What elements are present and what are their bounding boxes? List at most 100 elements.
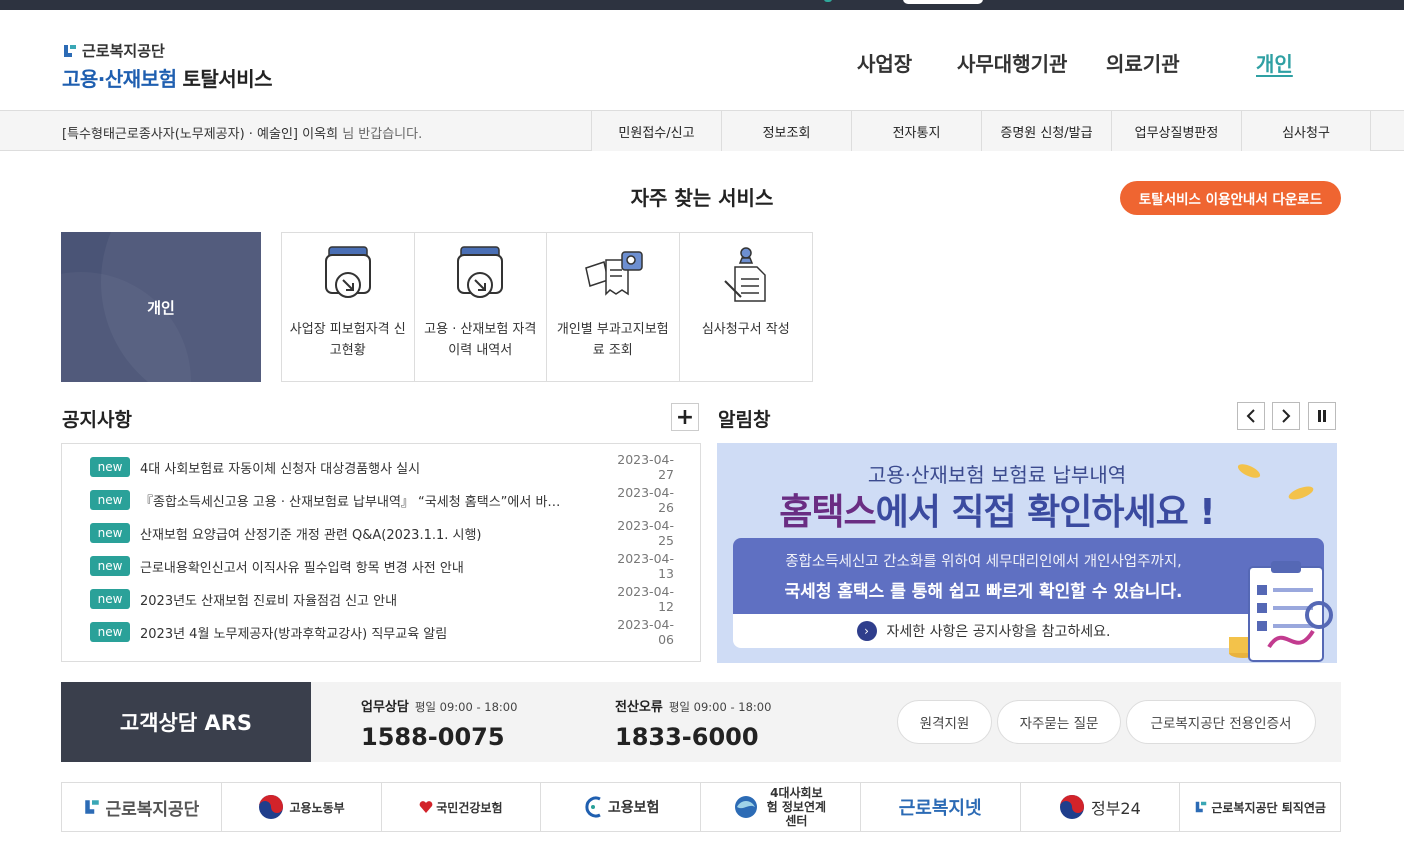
banner-line2-rest: 에서 직접 확인하세요 ! bbox=[875, 492, 1216, 533]
service-label: 심사청구서 작성 bbox=[701, 322, 790, 337]
service-premium-lookup[interactable]: 개인별 부과고지보험료 조회 bbox=[547, 233, 680, 381]
menu-e-notice[interactable]: 전자통지 bbox=[851, 111, 981, 151]
ars-line-business: 업무상담 평일 09:00 - 18:00 1588-0075 bbox=[361, 696, 517, 751]
top-strip-indicator bbox=[824, 0, 832, 2]
notice-date: 2023-04-06 bbox=[617, 617, 674, 647]
service-review-form[interactable]: 심사청구서 작성 bbox=[680, 233, 813, 381]
ars-hours: 평일 09:00 - 18:00 bbox=[414, 700, 518, 714]
ei-logo-icon bbox=[585, 796, 601, 818]
download-guide-button[interactable]: 토탈서비스 이용안내서 다운로드 bbox=[1120, 181, 1341, 215]
notice-title[interactable]: 산재보험 요양급여 산정기준 개정 관련 Q&A(2023.1.1. 시행) bbox=[140, 524, 602, 543]
user-greeting: [특수형태근로종사자(노무제공자) · 예술인] 이옥희 님 반갑습니다. bbox=[62, 123, 422, 142]
remote-support-button[interactable]: 원격지원 bbox=[897, 700, 992, 744]
partner-nhis[interactable]: 국민건강보험 bbox=[382, 783, 542, 831]
taegeuk-logo-icon bbox=[258, 795, 283, 819]
partner-gov24[interactable]: 정부24 bbox=[1021, 783, 1181, 831]
comwel-logo-icon bbox=[64, 44, 76, 57]
notice-title[interactable]: 『종합소득세신고용 고용 · 산재보험료 납부내역』 “국세청 홈택스”에서 바… bbox=[140, 491, 602, 510]
notice-date: 2023-04-13 bbox=[617, 551, 674, 581]
notice-title[interactable]: 2023년도 산재보험 진료비 자율점검 신고 안내 bbox=[140, 590, 602, 609]
partner-ei[interactable]: 고용보험 bbox=[541, 783, 701, 831]
menu-complaint[interactable]: 민원접수/신고 bbox=[591, 111, 721, 151]
comwel-logo-icon bbox=[85, 800, 100, 814]
list-item[interactable]: new 근로내용확인신고서 이직사유 필수입력 항목 변경 사전 안내 2023… bbox=[90, 551, 674, 581]
menu-certificate[interactable]: 증명원 신청/발급 bbox=[981, 111, 1111, 151]
search-document-icon bbox=[584, 251, 643, 296]
ars-number: 1833-6000 bbox=[615, 723, 759, 751]
arrow-right-icon: › bbox=[856, 621, 877, 641]
document-download-icon bbox=[457, 246, 504, 298]
notice-date: 2023-04-26 bbox=[617, 485, 674, 515]
partner-links: 근로복지공단 고용노동부 국민건강보험 고용보험 4대사회보험 정보연계센터 근… bbox=[61, 782, 1341, 832]
partner-name: 고용보험 bbox=[607, 800, 660, 816]
partner-4insure[interactable]: 4대사회보험 정보연계센터 bbox=[701, 783, 861, 831]
service-qualification-history[interactable]: 고용 · 산재보험 자격 이력 내역서 bbox=[415, 233, 547, 381]
individual-card-label: 개인 bbox=[147, 298, 175, 317]
individual-card[interactable]: 개인 bbox=[61, 232, 261, 382]
swirl-logo-icon bbox=[735, 796, 758, 818]
list-item[interactable]: new 2023년 4월 노무제공자(방과후학교강사) 직무교육 알림 2023… bbox=[90, 617, 674, 647]
faq-button[interactable]: 자주묻는 질문 bbox=[997, 700, 1121, 744]
notice-title[interactable]: 2023년 4월 노무제공자(방과후학교강사) 직무교육 알림 bbox=[140, 623, 602, 642]
partner-welfare-net[interactable]: 근로복지넷 bbox=[861, 783, 1021, 831]
pin-document-icon bbox=[724, 247, 766, 302]
chevron-left-icon[interactable] bbox=[1237, 402, 1265, 430]
notice-title[interactable]: 근로내용확인신고서 이직사유 필수입력 항목 변경 사전 안내 bbox=[140, 557, 602, 576]
heart-icon bbox=[419, 801, 433, 813]
service-label: 개인별 부과고지보험료 조회 bbox=[556, 322, 669, 358]
service-name: 고용·산재보험 토탈서비스 bbox=[62, 63, 272, 92]
notice-title[interactable]: 4대 사회보험료 자동이체 신청자 대상경품행사 실시 bbox=[140, 458, 602, 477]
partner-name: 근로복지넷 bbox=[898, 798, 982, 819]
coins-icon bbox=[1237, 464, 1314, 500]
ars-line-system: 전산오류 평일 09:00 - 18:00 1833-6000 bbox=[615, 696, 771, 751]
banner-accent: 홈택스 bbox=[779, 492, 876, 533]
plus-icon[interactable]: + bbox=[671, 403, 699, 431]
partner-name: 국민건강보험 bbox=[436, 800, 503, 815]
service-label: 사업장 피보험자격 신고현황 bbox=[289, 322, 406, 358]
nav-agency[interactable]: 사무대행기관 bbox=[957, 48, 1067, 77]
org-logo: 근로복지공단 bbox=[62, 40, 272, 61]
chevron-right-icon[interactable] bbox=[1272, 402, 1300, 430]
nav-business[interactable]: 사업장 bbox=[857, 48, 912, 77]
customer-support: 고객상담 ARS 업무상담 평일 09:00 - 18:00 1588-0075 … bbox=[61, 682, 1341, 762]
list-item[interactable]: new 2023년도 산재보험 진료비 자율점검 신고 안내 2023-04-1… bbox=[90, 584, 674, 614]
top-strip-pill bbox=[903, 0, 983, 4]
list-item[interactable]: new 산재보험 요양급여 산정기준 개정 관련 Q&A(2023.1.1. 시… bbox=[90, 518, 674, 548]
menu-info-lookup[interactable]: 정보조회 bbox=[721, 111, 851, 151]
service-insured-status[interactable]: 사업장 피보험자격 신고현황 bbox=[282, 233, 415, 381]
comwel-logo-icon bbox=[1196, 801, 1207, 813]
site-logo[interactable]: 근로복지공단 고용·산재보험 토탈서비스 bbox=[62, 40, 272, 92]
nav-medical[interactable]: 의료기관 bbox=[1106, 48, 1180, 77]
new-badge: new bbox=[90, 457, 130, 477]
ars-hours: 평일 09:00 - 18:00 bbox=[668, 700, 772, 714]
ars-label: 전산오류 bbox=[615, 700, 663, 715]
new-badge: new bbox=[90, 523, 130, 543]
service-name-blue: 고용·산재보험 bbox=[62, 67, 177, 91]
new-badge: new bbox=[90, 556, 130, 576]
pause-icon[interactable] bbox=[1308, 402, 1336, 430]
certificate-button[interactable]: 근로복지공단 전용인증서 bbox=[1126, 700, 1316, 744]
ars-title: 고객상담 ARS bbox=[61, 682, 311, 762]
new-badge: new bbox=[90, 622, 130, 642]
notices-title: 공지사항 bbox=[62, 409, 132, 431]
alert-banner[interactable]: 고용·산재보험 보험료 납부내역 홈택스에서 직접 확인하세요 ! 종합소득세신… bbox=[717, 443, 1337, 663]
menu-review-request[interactable]: 심사청구 bbox=[1241, 111, 1371, 151]
greeting-suffix: 님 반갑습니다. bbox=[342, 127, 423, 142]
partner-pension[interactable]: 근로복지공단 퇴직연금 bbox=[1180, 783, 1340, 831]
alerts-title: 알림창 bbox=[718, 409, 771, 431]
partner-name: 고용노동부 bbox=[289, 800, 345, 815]
nav-individual[interactable]: 개인 bbox=[1256, 48, 1293, 77]
partner-name: 4대사회보험 정보연계센터 bbox=[766, 786, 827, 828]
menu-occupational-disease[interactable]: 업무상질병판정 bbox=[1111, 111, 1241, 151]
notice-date: 2023-04-12 bbox=[617, 584, 674, 614]
notice-date: 2023-04-27 bbox=[617, 452, 674, 482]
favorite-services: 사업장 피보험자격 신고현황 고용 · 산재보험 자격 이력 내역서 개인별 부… bbox=[281, 232, 813, 382]
list-item[interactable]: new 4대 사회보험료 자동이체 신청자 대상경품행사 실시 2023-04-… bbox=[90, 452, 674, 482]
user-name: 이옥희 bbox=[302, 127, 339, 142]
document-download-icon bbox=[324, 246, 371, 298]
banner-line2: 홈택스에서 직접 확인하세요 ! bbox=[717, 483, 1277, 535]
sub-navigation-bar: [특수형태근로종사자(노무제공자) · 예술인] 이옥희 님 반갑습니다. 민원… bbox=[0, 111, 1404, 151]
partner-comwel[interactable]: 근로복지공단 bbox=[62, 783, 222, 831]
list-item[interactable]: new 『종합소득세신고용 고용 · 산재보험료 납부내역』 “국세청 홈택스”… bbox=[90, 485, 674, 515]
partner-moel[interactable]: 고용노동부 bbox=[222, 783, 382, 831]
